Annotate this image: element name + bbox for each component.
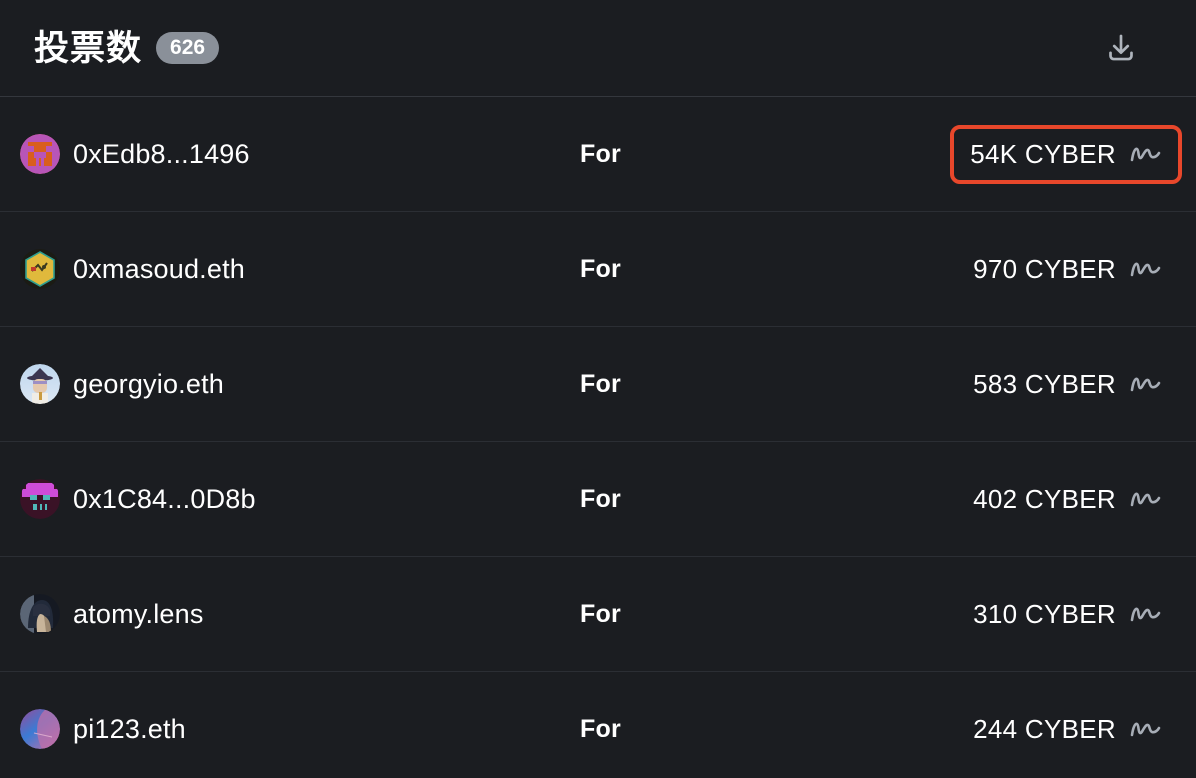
voting-power-box[interactable]: 583 CYBER bbox=[953, 355, 1182, 414]
voting-power: 970 CYBER bbox=[973, 254, 1116, 285]
header-title-group: 投票数 626 bbox=[34, 31, 219, 66]
table-row[interactable]: pi123.eth For 244 CYBER bbox=[0, 672, 1196, 778]
voting-power: 310 CYBER bbox=[973, 599, 1116, 630]
table-row[interactable]: georgyio.eth For 583 CYBER bbox=[0, 327, 1196, 442]
avatar bbox=[20, 709, 60, 749]
voter-cell[interactable]: 0x1C84...0D8b bbox=[20, 479, 560, 519]
vote-choice: For bbox=[560, 370, 860, 399]
vote-choice: For bbox=[560, 600, 860, 629]
voter-cell[interactable]: pi123.eth bbox=[20, 709, 560, 749]
download-icon bbox=[1104, 31, 1138, 65]
vote-choice: For bbox=[560, 255, 860, 284]
voter-name: atomy.lens bbox=[73, 599, 204, 630]
voting-power-box[interactable]: 244 CYBER bbox=[953, 700, 1182, 759]
table-row[interactable]: 0xmasoud.eth For 970 CYBER bbox=[0, 212, 1196, 327]
amount-cell: 310 CYBER bbox=[860, 585, 1182, 644]
voter-cell[interactable]: georgyio.eth bbox=[20, 364, 560, 404]
signature-icon[interactable] bbox=[1128, 370, 1162, 398]
voter-name: 0xEdb8...1496 bbox=[73, 139, 250, 170]
vote-choice: For bbox=[560, 715, 860, 744]
voting-power-box[interactable]: 970 CYBER bbox=[953, 240, 1182, 299]
table-row[interactable]: 0x1C84...0D8b For 402 CYBER bbox=[0, 442, 1196, 557]
amount-cell: 244 CYBER bbox=[860, 700, 1182, 759]
amount-cell: 402 CYBER bbox=[860, 470, 1182, 529]
voting-power: 54K CYBER bbox=[970, 139, 1116, 170]
vote-choice: For bbox=[560, 140, 860, 169]
voting-power-highlight[interactable]: 54K CYBER bbox=[950, 125, 1182, 184]
vote-list: 0xEdb8...1496 For 54K CYBER bbox=[0, 97, 1196, 778]
amount-cell: 970 CYBER bbox=[860, 240, 1182, 299]
voter-cell[interactable]: 0xEdb8...1496 bbox=[20, 134, 560, 174]
vote-choice: For bbox=[560, 485, 860, 514]
signature-icon[interactable] bbox=[1128, 255, 1162, 283]
avatar bbox=[20, 364, 60, 404]
amount-cell: 583 CYBER bbox=[860, 355, 1182, 414]
voting-power-box[interactable]: 310 CYBER bbox=[953, 585, 1182, 644]
table-row[interactable]: atomy.lens For 310 CYBER bbox=[0, 557, 1196, 672]
signature-icon[interactable] bbox=[1128, 715, 1162, 743]
voter-name: 0xmasoud.eth bbox=[73, 254, 245, 285]
votes-panel: 投票数 626 bbox=[0, 0, 1196, 778]
avatar bbox=[20, 479, 60, 519]
voting-power: 244 CYBER bbox=[973, 714, 1116, 745]
voter-cell[interactable]: atomy.lens bbox=[20, 594, 560, 634]
avatar bbox=[20, 594, 60, 634]
voting-power: 583 CYBER bbox=[973, 369, 1116, 400]
signature-icon[interactable] bbox=[1128, 140, 1162, 168]
avatar bbox=[20, 249, 60, 289]
voting-power: 402 CYBER bbox=[973, 484, 1116, 515]
table-row[interactable]: 0xEdb8...1496 For 54K CYBER bbox=[0, 97, 1196, 212]
avatar bbox=[20, 134, 60, 174]
signature-icon[interactable] bbox=[1128, 600, 1162, 628]
voter-name: pi123.eth bbox=[73, 714, 186, 745]
download-button[interactable] bbox=[1098, 25, 1144, 71]
voting-power-box[interactable]: 402 CYBER bbox=[953, 470, 1182, 529]
signature-icon[interactable] bbox=[1128, 485, 1162, 513]
vote-count-badge: 626 bbox=[156, 32, 219, 64]
voter-name: georgyio.eth bbox=[73, 369, 224, 400]
amount-cell: 54K CYBER bbox=[860, 125, 1182, 184]
panel-header: 投票数 626 bbox=[0, 0, 1196, 97]
voter-cell[interactable]: 0xmasoud.eth bbox=[20, 249, 560, 289]
voter-name: 0x1C84...0D8b bbox=[73, 484, 256, 515]
page-title: 投票数 bbox=[34, 31, 142, 66]
